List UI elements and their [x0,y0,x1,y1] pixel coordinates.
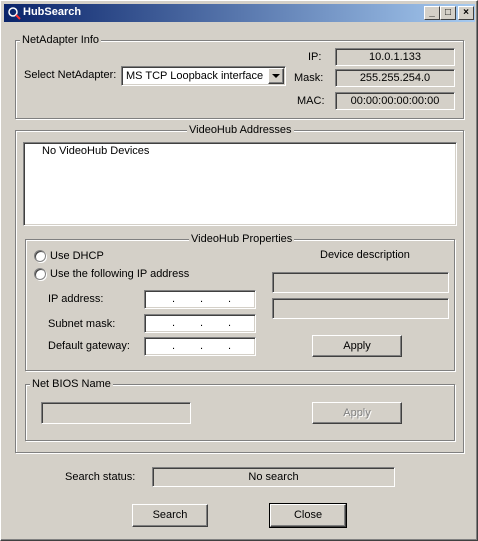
netadapter-select[interactable]: MS TCP Loopback interface [121,66,286,86]
close-button-label: Close [293,509,323,521]
videohub-addresses-title: VideoHub Addresses [187,124,294,136]
mac-value: 00:00:00:00:00:00 [350,95,440,107]
search-status-label: Search status: [65,471,136,483]
search-status-field: No search [152,467,395,487]
hubsearch-window: HubSearch _ □ × NetAdapter Info Select N… [0,0,478,541]
subnet-mask-input[interactable]: ... [144,314,256,333]
netadapter-dropdown-button[interactable] [268,68,284,84]
title-bar[interactable]: HubSearch _ □ × [4,4,475,22]
subnet-mask-label: Subnet mask: [48,318,116,330]
chevron-down-icon [272,74,280,78]
mask-field: 255.255.254.0 [335,69,455,87]
mac-label: MAC: [297,95,325,107]
device-description-field-2 [272,298,449,319]
netbios-name-title: Net BIOS Name [30,378,113,390]
netbios-apply-button[interactable]: Apply [312,402,402,424]
properties-apply-button[interactable]: Apply [312,335,402,357]
mask-label: Mask: [294,72,324,84]
search-button-label: Search [152,509,188,521]
mac-field: 00:00:00:00:00:00 [335,92,455,110]
ip-field: 10.0.1.133 [335,48,455,66]
netbios-name-input[interactable] [41,402,191,424]
select-netadapter-label: Select NetAdapter: [24,69,117,81]
videohub-device-list[interactable]: No VideoHub Devices [23,142,457,226]
netbios-apply-label: Apply [343,407,371,419]
use-static-ip-label[interactable]: Use the following IP address [50,268,189,280]
ip-address-input[interactable]: ... [144,290,256,309]
close-button[interactable]: Close [269,503,347,528]
ip-address-label: IP address: [48,293,104,305]
maximize-button[interactable]: □ [440,6,456,20]
search-button[interactable]: Search [132,504,208,527]
search-status-value: No search [248,471,299,483]
videohub-properties-title: VideoHub Properties [189,233,295,245]
use-dhcp-label[interactable]: Use DHCP [50,250,104,262]
default-gateway-input[interactable]: ... [144,337,256,356]
netadapter-selected-value: MS TCP Loopback interface [126,70,264,82]
window-title: HubSearch [23,6,82,18]
ip-value: 10.0.1.133 [369,51,421,63]
list-item[interactable]: No VideoHub Devices [42,145,149,157]
search-app-icon [8,7,21,20]
device-description-label: Device description [320,249,410,261]
device-description-field-1 [272,272,449,293]
minimize-button[interactable]: _ [424,6,440,20]
close-window-button[interactable]: × [458,6,474,20]
mask-value: 255.255.254.0 [359,72,431,84]
ip-label: IP: [308,51,322,63]
properties-apply-label: Apply [343,340,371,352]
netadapter-info-title: NetAdapter Info [20,34,102,46]
use-dhcp-radio[interactable] [34,250,46,262]
default-gateway-label: Default gateway: [48,340,130,352]
use-static-ip-radio[interactable] [34,268,46,280]
